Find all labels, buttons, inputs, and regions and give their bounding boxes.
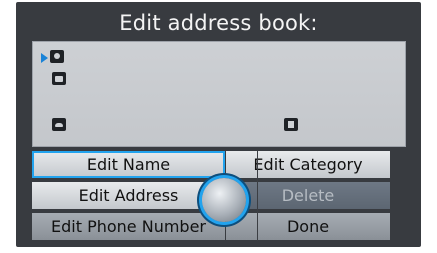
- menu-divider: [257, 151, 258, 241]
- done-button[interactable]: Done: [226, 213, 390, 240]
- delete-button[interactable]: Delete: [226, 182, 390, 209]
- edit-phone-number-button[interactable]: Edit Phone Number: [32, 213, 225, 240]
- selection-pointer-icon: [41, 53, 48, 63]
- home-icon: [52, 72, 66, 85]
- edit-name-button[interactable]: Edit Name: [32, 151, 225, 178]
- edit-address-button[interactable]: Edit Address: [32, 182, 225, 209]
- phone-icon: [52, 118, 66, 131]
- note-icon: [284, 118, 298, 131]
- edit-category-button[interactable]: Edit Category: [226, 151, 390, 178]
- person-icon: [50, 50, 64, 63]
- address-entry-panel: [32, 41, 406, 147]
- interface-dial-knob-icon[interactable]: [202, 178, 246, 222]
- page-title: Edit address book:: [119, 11, 318, 35]
